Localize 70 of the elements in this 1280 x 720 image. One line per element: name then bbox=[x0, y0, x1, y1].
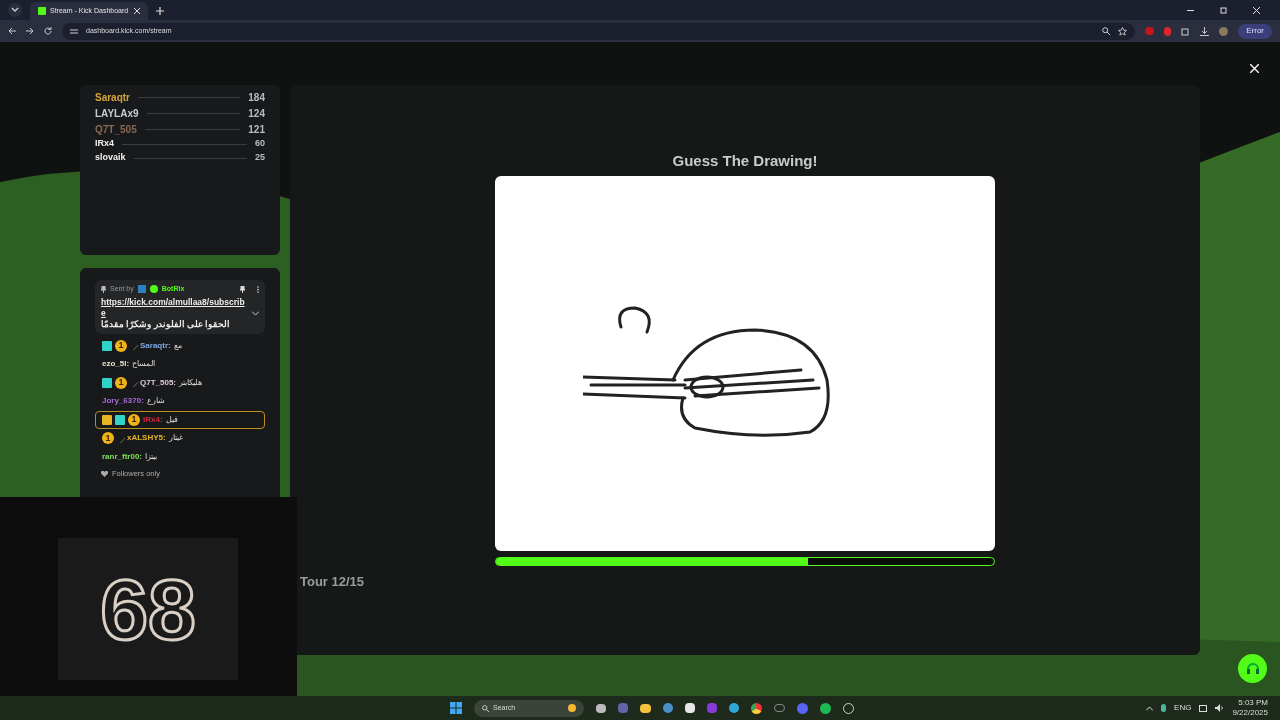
star-icon[interactable] bbox=[1118, 26, 1128, 36]
counter-number: 68 bbox=[100, 566, 196, 652]
site-settings-icon[interactable] bbox=[70, 27, 78, 35]
download-icon[interactable] bbox=[1200, 26, 1210, 36]
forward-icon[interactable] bbox=[26, 27, 34, 35]
language-indicator[interactable]: ENG bbox=[1174, 702, 1192, 714]
close-icon[interactable] bbox=[134, 8, 140, 14]
chevron-up-icon[interactable] bbox=[1146, 705, 1154, 711]
chat-username: Jory_6370: bbox=[102, 395, 144, 408]
player-score: 121 bbox=[248, 122, 265, 137]
restore-icon[interactable] bbox=[1220, 7, 1227, 14]
microphone-icon[interactable] bbox=[1161, 704, 1167, 712]
chat-text: مع bbox=[173, 339, 182, 352]
player-name: slovaik bbox=[95, 151, 126, 165]
tier-badge: 1 bbox=[102, 432, 114, 445]
network-icon[interactable] bbox=[1199, 704, 1208, 712]
headset-icon bbox=[1245, 661, 1260, 676]
windows-start-icon[interactable] bbox=[450, 702, 463, 714]
chat-username: ezo_5l: bbox=[102, 358, 130, 371]
player-score: 25 bbox=[255, 151, 265, 165]
chat-text: فيل bbox=[165, 413, 178, 426]
pin-icon bbox=[101, 285, 106, 293]
chat-text: هليكابتر bbox=[179, 376, 203, 389]
close-button[interactable] bbox=[1249, 63, 1260, 74]
tier-badge: 1 bbox=[115, 376, 127, 389]
back-icon[interactable] bbox=[8, 27, 16, 35]
pin-icon[interactable] bbox=[240, 285, 245, 293]
chat-username: xALSHY5: bbox=[127, 432, 166, 445]
player-name: LAYLAx9 bbox=[95, 106, 139, 121]
player-name: Q7T_505 bbox=[95, 122, 137, 137]
round-counter: Tour 12/15 bbox=[300, 573, 365, 591]
zoom-icon[interactable] bbox=[1102, 27, 1111, 35]
heart-icon bbox=[101, 470, 108, 477]
tier-badge: 1 bbox=[115, 339, 127, 352]
chat-text: بيتزا bbox=[145, 450, 157, 463]
volume-icon[interactable] bbox=[1215, 704, 1225, 712]
subscriber-badge-icon bbox=[102, 377, 112, 388]
reload-icon[interactable] bbox=[44, 27, 52, 35]
player-name: IRx4 bbox=[95, 137, 114, 151]
weather-icon bbox=[568, 704, 577, 712]
folder-icon[interactable] bbox=[640, 703, 652, 713]
crown-badge-icon bbox=[102, 414, 112, 425]
chat-username: ranr_ftr00: bbox=[102, 450, 142, 463]
tier-badge: 1 bbox=[128, 413, 140, 426]
chevron-down-icon[interactable] bbox=[252, 310, 259, 316]
chat-text: شارع bbox=[146, 395, 165, 408]
search-icon bbox=[482, 704, 490, 712]
new-tab-icon[interactable] bbox=[156, 7, 164, 15]
player-score: 124 bbox=[248, 106, 265, 121]
task-view-icon[interactable] bbox=[596, 703, 607, 713]
chat-username: IRx4: bbox=[143, 413, 163, 426]
subscriber-badge-icon bbox=[115, 414, 125, 425]
player-score: 184 bbox=[248, 90, 265, 105]
chat-text: غيتار bbox=[168, 432, 183, 445]
player-name: Saraqtr bbox=[95, 90, 130, 105]
clock-date: 9/22/2025 bbox=[1232, 708, 1268, 718]
pinned-text: الحقوا على الفلوندر وشكرًا مقدمًا bbox=[101, 318, 231, 330]
profile-button[interactable]: Error bbox=[1238, 23, 1272, 39]
verified-icon bbox=[149, 285, 158, 294]
pinned-link[interactable]: https://kick.com/almullaa8/subscribe bbox=[101, 296, 248, 319]
bot-badge-icon bbox=[137, 285, 146, 294]
close-icon[interactable] bbox=[1253, 7, 1260, 14]
chat-username: Q7T_505: bbox=[140, 376, 177, 389]
player-score: 60 bbox=[255, 137, 265, 151]
subscriber-badge-icon bbox=[102, 340, 112, 351]
clock-time: 5:03 PM bbox=[1238, 698, 1268, 708]
game-title: Guess The Drawing! bbox=[672, 152, 818, 170]
chat-username: Saraqtr: bbox=[140, 339, 171, 352]
chat-text: المساح bbox=[132, 358, 156, 371]
tab-list-icon[interactable] bbox=[8, 3, 22, 17]
